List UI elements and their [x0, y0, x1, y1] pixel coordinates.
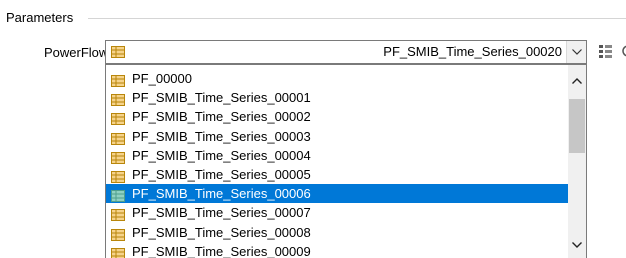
vertical-scrollbar[interactable] [568, 65, 586, 258]
dropdown-item[interactable]: PF_SMIB_Time_Series_00001 [106, 88, 569, 107]
dropdown-item[interactable]: PF_SMIB_Time_Series_00003 [106, 127, 569, 146]
powerflow-combobox[interactable]: PF_SMIB_Time_Series_00020 [105, 40, 587, 64]
dropdown-item[interactable]: PF_SMIB_Time_Series_00009 [106, 242, 569, 258]
chevron-down-icon [571, 49, 582, 55]
powerflow-label: PowerFlow [44, 45, 109, 60]
dropdown-item-label: PF_SMIB_Time_Series_00001 [132, 90, 311, 106]
powerflow-selected-value: PF_SMIB_Time_Series_00020 [383, 44, 562, 59]
dropdown-item[interactable]: PF_SMIB_Time_Series_00005 [106, 165, 569, 184]
dropdown-toggle-button[interactable] [566, 41, 586, 63]
dropdown-item[interactable]: PF_00000 [106, 69, 569, 88]
scroll-down-button[interactable] [568, 237, 586, 253]
dropdown-item-label: PF_SMIB_Time_Series_00002 [132, 109, 311, 125]
dropdown-item-label: PF_SMIB_Time_Series_00005 [132, 166, 311, 182]
scrollbar-thumb[interactable] [569, 99, 585, 153]
dropdown-item-label: PF_SMIB_Time_Series_00004 [132, 147, 311, 163]
dropdown-item[interactable]: PF_SMIB_Time_Series_00007 [106, 203, 569, 222]
group-border-line [88, 18, 626, 19]
dropdown-item-label: PF_00000 [132, 71, 192, 86]
dropdown-items: PF_00000 PF_SMIB_Time_Series_00001 PF_SMIB… [106, 69, 569, 258]
dropdown-item-label: PF_SMIB_Time_Series_00003 [132, 128, 311, 144]
group-title: Parameters [6, 10, 77, 26]
scroll-up-button[interactable] [568, 73, 586, 89]
chevron-up-icon [572, 78, 582, 84]
dropdown-item-label: PF_SMIB_Time_Series_00006 [132, 186, 311, 202]
dropdown-item[interactable]: PF_SMIB_Time_Series_00002 [106, 107, 569, 126]
truncated-side-icon[interactable] [620, 43, 626, 59]
dropdown-item-label: PF_SMIB_Time_Series_00008 [132, 224, 311, 240]
dropdown-item-label: PF_SMIB_Time_Series_00009 [132, 243, 311, 258]
table-icon [111, 46, 125, 61]
table-icon [111, 246, 125, 258]
powerflow-dropdown-list[interactable]: PF_00000 PF_SMIB_Time_Series_00001 PF_SMIB… [105, 64, 587, 258]
dropdown-item-label: PF_SMIB_Time_Series_00007 [132, 205, 311, 221]
chevron-down-icon [572, 242, 582, 248]
column-list-icon[interactable] [598, 43, 614, 59]
dropdown-item[interactable]: PF_SMIB_Time_Series_00006 [106, 184, 569, 204]
dropdown-item[interactable]: PF_SMIB_Time_Series_00004 [106, 146, 569, 165]
dropdown-item[interactable]: PF_SMIB_Time_Series_00008 [106, 223, 569, 242]
